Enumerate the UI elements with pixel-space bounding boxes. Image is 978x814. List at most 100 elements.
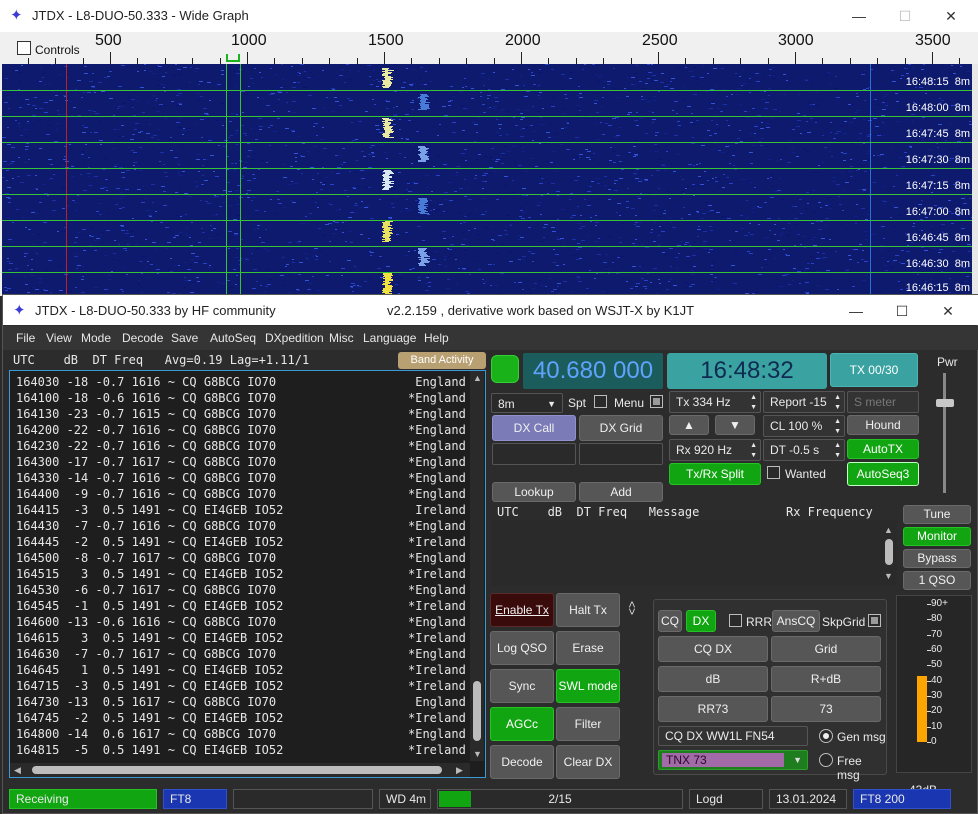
tx-counter-button[interactable]: TX 00/30 <box>830 353 918 387</box>
band-activity-row[interactable]: 164430 -7 -0.7 1616 ~ CQ G8BCG IO70 *Engl… <box>16 518 466 534</box>
cl-spinbox[interactable]: CL 100 % ▲ ▼ <box>763 415 845 437</box>
s-meter-field[interactable]: S meter <box>847 391 919 413</box>
band-activity-row[interactable]: 164730 -13 0.5 1617 ~ CQ G8BCG IO70 Engl… <box>16 694 466 710</box>
menu-save[interactable]: Save <box>171 331 198 345</box>
free-msg-radio[interactable] <box>819 753 833 767</box>
band-activity-row[interactable]: 164400 -9 -0.7 1616 ~ CQ G8BCG IO70 *Engl… <box>16 486 466 502</box>
band-activity-row[interactable]: 164530 -6 -0.7 1617 ~ CQ G8BCG IO70 *Engl… <box>16 582 466 598</box>
tx-down-button[interactable]: ▼ <box>715 415 755 435</box>
filter-button[interactable]: Filter <box>556 707 620 741</box>
rx-frequency-list[interactable] <box>491 520 897 586</box>
cq-dx-button[interactable]: CQ DX <box>658 636 768 662</box>
menu-decode[interactable]: Decode <box>122 331 163 345</box>
dx-button[interactable]: DX <box>686 610 716 632</box>
band-activity-row[interactable]: 164230 -22 -0.7 1616 ~ CQ G8BCG IO70 *Eng… <box>16 438 466 454</box>
73-button[interactable]: 73 <box>771 696 881 722</box>
scroll-down-icon[interactable]: ▼ <box>473 749 482 759</box>
log-qso-button[interactable]: Log QSO <box>490 631 554 665</box>
menu-view[interactable]: View <box>46 331 72 345</box>
anscq-button[interactable]: AnsCQ <box>772 610 820 632</box>
band-activity-row[interactable]: 164500 -8 -0.7 1617 ~ CQ G8BCG IO70 *Engl… <box>16 550 466 566</box>
gen-msg-field[interactable]: CQ DX WW1L FN54 <box>658 726 808 746</box>
dx-grid-button[interactable]: DX Grid <box>579 415 663 441</box>
frequency-display[interactable]: 40.680 000 <box>523 353 663 389</box>
menu-dxpedition[interactable]: DXpedition <box>265 331 324 345</box>
hound-button[interactable]: Hound <box>847 415 919 435</box>
band-activity-row[interactable]: 164645 1 0.5 1491 ~ CQ EI4GEB IO52 *Irela… <box>16 662 466 678</box>
tune-button[interactable]: Tune <box>903 505 971 524</box>
scroll-up-icon[interactable]: ▲ <box>473 373 482 383</box>
band-activity-row[interactable]: 164130 -23 -0.7 1615 ~ CQ G8BCG IO70 *Eng… <box>16 406 466 422</box>
tx-hz-spinbox[interactable]: Tx 334 Hz ▲ ▼ <box>669 391 761 413</box>
scroll-up-icon[interactable]: ▲ <box>884 525 893 535</box>
minimize-button[interactable]: — <box>836 4 882 28</box>
menu-misc[interactable]: Misc <box>329 331 354 345</box>
minimize-button[interactable]: — <box>833 299 879 323</box>
db-button[interactable]: dB <box>658 666 768 692</box>
band-select[interactable]: 8m ▼ <box>491 393 563 413</box>
lookup-button[interactable]: Lookup <box>492 482 576 502</box>
vscroll-thumb[interactable] <box>473 681 481 741</box>
r-db-button[interactable]: R+dB <box>771 666 881 692</box>
pwr-slider-thumb[interactable] <box>936 399 954 407</box>
band-activity-row[interactable]: 164100 -18 -0.6 1616 ~ CQ G8BCG IO70 *Eng… <box>16 390 466 406</box>
enable-tx-button[interactable]: Enable Tx <box>490 593 554 627</box>
swl-mode-button[interactable]: SWL mode <box>556 669 620 703</box>
menu-file[interactable]: File <box>16 331 35 345</box>
band-activity-row[interactable]: 164330 -14 -0.7 1616 ~ CQ G8BCG IO70 *Eng… <box>16 470 466 486</box>
band-activity-hscrollbar[interactable]: ◀ ▶ <box>10 763 470 777</box>
sync-button[interactable]: Sync <box>490 669 554 703</box>
decode-button[interactable]: Decode <box>490 745 554 779</box>
band-activity-row[interactable]: 164615 3 0.5 1491 ~ CQ EI4GEB IO52 *Irela… <box>16 630 466 646</box>
frequency-scale[interactable]: 500 1000 1500 2000 2500 3000 3500 <box>0 32 978 64</box>
band-activity-row[interactable]: 164800 -14 0.6 1617 ~ CQ G8BCG IO70 *Engl… <box>16 726 466 742</box>
monitor-button[interactable]: Monitor <box>903 527 971 546</box>
one-qso-button[interactable]: 1 QSO <box>903 571 971 590</box>
waterfall[interactable]: 16:48:15 8m 16:48:00 8m 16:47:45 8m 16:4… <box>2 64 972 296</box>
clear-dx-button[interactable]: Clear DX <box>556 745 620 779</box>
band-activity-row[interactable]: 164815 -5 0.5 1491 ~ CQ EI4GEB IO52 *Irel… <box>16 742 466 758</box>
close-button[interactable]: ✕ <box>925 299 971 323</box>
autotx-button[interactable]: AutoTX <box>847 439 919 459</box>
spin-down-icon[interactable]: ▼ <box>834 446 841 466</box>
rr73-button[interactable]: RR73 <box>658 696 768 722</box>
autoseq3-button[interactable]: AutoSeq3 <box>847 462 919 486</box>
band-activity-row[interactable]: 164600 -13 -0.6 1616 ~ CQ G8BCG IO70 *Eng… <box>16 614 466 630</box>
band-activity-row[interactable]: 164200 -22 -0.7 1616 ~ CQ G8BCG IO70 *Eng… <box>16 422 466 438</box>
dx-call-button[interactable]: DX Call <box>492 415 576 441</box>
controls-checkbox[interactable] <box>17 41 31 55</box>
halt-tx-button[interactable]: Halt Tx <box>556 593 620 627</box>
menu-mode[interactable]: Mode <box>81 331 111 345</box>
band-activity-row[interactable]: 164445 -2 0.5 1491 ~ CQ EI4GEB IO52 *Irel… <box>16 534 466 550</box>
band-activity-row[interactable]: 164630 -7 -0.7 1617 ~ CQ G8BCG IO70 *Engl… <box>16 646 466 662</box>
rx-scroll-thumb[interactable] <box>885 539 893 565</box>
rx-hz-spinbox[interactable]: Rx 920 Hz ▲ ▼ <box>669 439 761 461</box>
maximize-button[interactable]: ☐ <box>879 299 925 323</box>
scroll-left-icon[interactable]: ◀ <box>14 765 21 776</box>
agcc-button[interactable]: AGCc <box>490 707 554 741</box>
add-button[interactable]: Add <box>579 482 663 502</box>
skpgrid-checkbox[interactable] <box>868 614 881 627</box>
band-activity-row[interactable]: 164745 -2 0.5 1491 ~ CQ EI4GEB IO52 *Irel… <box>16 710 466 726</box>
hscroll-thumb[interactable] <box>32 766 442 774</box>
erase-button[interactable]: Erase <box>556 631 620 665</box>
report-spinbox[interactable]: Report -15 ▲ ▼ <box>763 391 845 413</box>
tx-rx-split-button[interactable]: Tx/Rx Split <box>669 463 761 485</box>
free-msg-select[interactable]: TNX 73 ▼ <box>658 750 808 770</box>
band-activity-vscrollbar[interactable]: ▲ ▼ <box>470 371 484 761</box>
band-activity-row[interactable]: 164715 -3 0.5 1491 ~ CQ EI4GEB IO52 *Irel… <box>16 678 466 694</box>
menu-help[interactable]: Help <box>424 331 449 345</box>
bypass-button[interactable]: Bypass <box>903 549 971 568</box>
spt-checkbox[interactable] <box>594 395 607 408</box>
grid-button[interactable]: Grid <box>771 636 881 662</box>
band-activity-row[interactable]: 164545 -1 0.5 1491 ~ CQ EI4GEB IO52 *Irel… <box>16 598 466 614</box>
swap-arrows-icon[interactable]: <> <box>625 601 639 615</box>
tx-up-button[interactable]: ▲ <box>669 415 709 435</box>
cq-button[interactable]: CQ <box>658 610 682 632</box>
rrr-checkbox[interactable] <box>729 614 742 627</box>
waterfall-scrollbar[interactable] <box>972 64 978 296</box>
dx-grid-input[interactable] <box>579 443 663 465</box>
wanted-checkbox[interactable] <box>767 466 780 479</box>
band-activity-row[interactable]: 164300 -17 -0.7 1617 ~ CQ G8BCG IO70 *Eng… <box>16 454 466 470</box>
maximize-button[interactable]: ☐ <box>882 4 928 28</box>
